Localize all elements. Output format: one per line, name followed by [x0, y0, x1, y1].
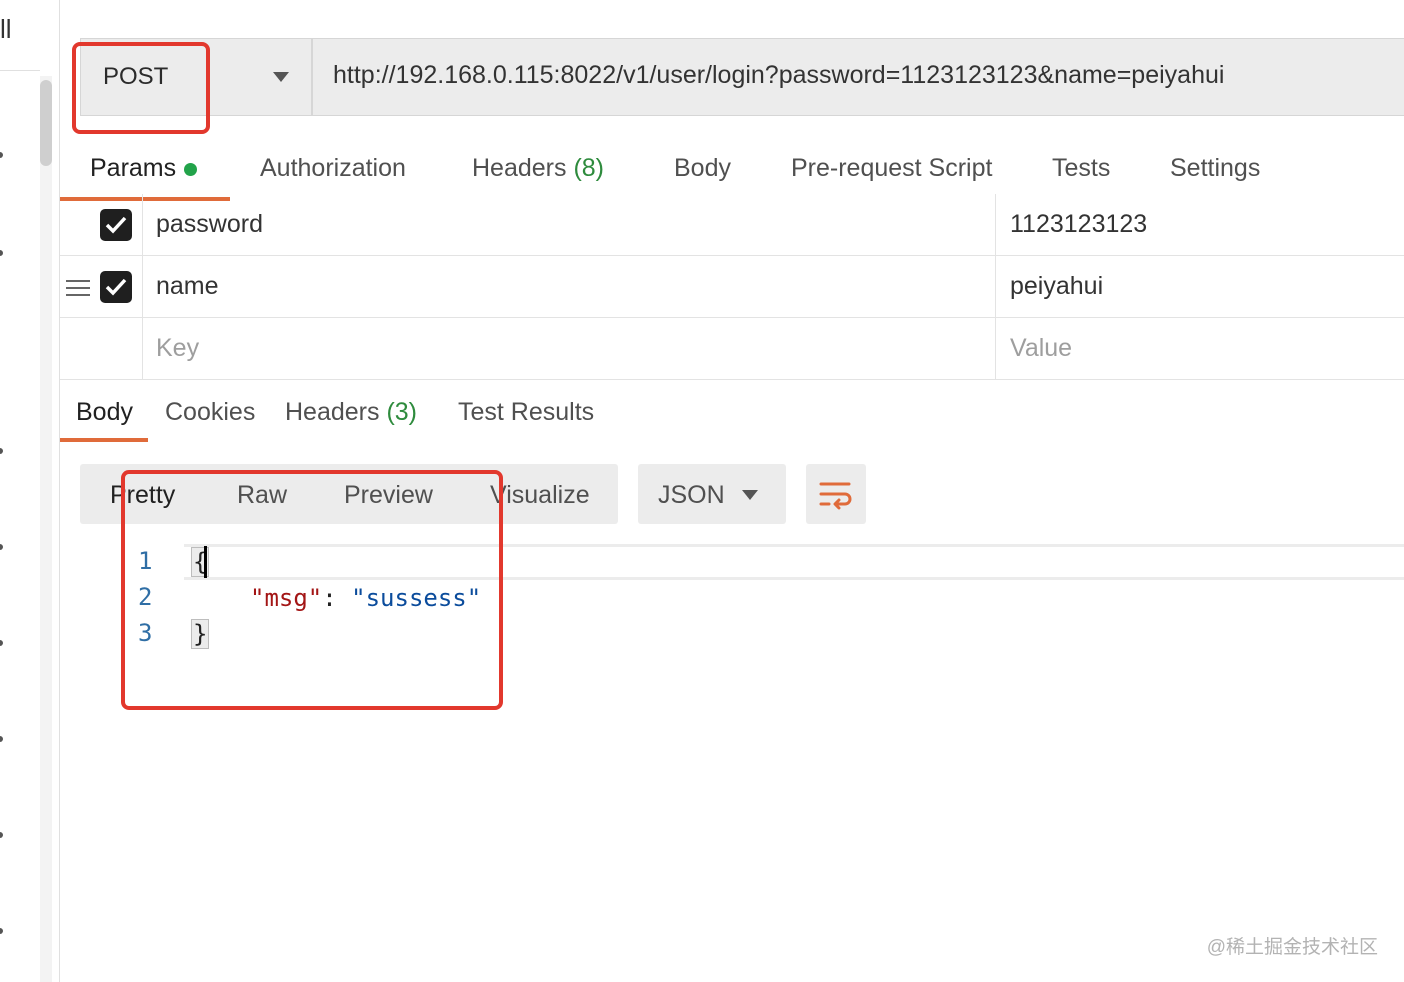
table-row-new: Key Value: [60, 318, 1404, 380]
tab-response-headers-count: (3): [386, 398, 418, 426]
sidebar-divider: [0, 70, 40, 71]
method-highlight-box: [72, 42, 210, 134]
tab-headers-count: (8): [573, 154, 605, 182]
params-active-dot-icon: [184, 162, 198, 176]
param-key-cell[interactable]: [142, 194, 996, 256]
sidebar-scrollbar-track[interactable]: [40, 76, 52, 982]
param-key-cell[interactable]: [142, 256, 996, 318]
drag-handle-icon[interactable]: [66, 280, 90, 296]
caret-down-icon: [273, 72, 289, 82]
new-key-input[interactable]: Key: [156, 334, 199, 363]
sidebar-scrollbar-thumb[interactable]: [40, 80, 52, 166]
tab-response-body[interactable]: Body: [76, 398, 133, 427]
sidebar-item-marker[interactable]: [0, 250, 3, 256]
checkmark-icon: [105, 278, 127, 296]
tab-params-label: Params: [90, 154, 177, 182]
tab-tests[interactable]: Tests: [1052, 154, 1110, 183]
tab-authorization[interactable]: Authorization: [260, 154, 406, 183]
param-checkbox[interactable]: [100, 209, 132, 241]
sidebar-item-marker[interactable]: [0, 448, 3, 454]
tab-cookies[interactable]: Cookies: [165, 398, 255, 427]
format-label: JSON: [658, 481, 725, 509]
tab-params[interactable]: Params: [90, 154, 198, 183]
sidebar-item-marker[interactable]: [0, 152, 3, 158]
response-body-tab-indicator: [60, 438, 148, 442]
url-text: http://192.168.0.115:8022/v1/user/login?…: [333, 61, 1225, 89]
new-value-input[interactable]: Value: [1010, 334, 1072, 363]
tab-settings[interactable]: Settings: [1170, 154, 1260, 183]
response-tabs: Body Cookies Headers (3) Test Results: [60, 384, 1404, 444]
sidebar-item-marker[interactable]: [0, 928, 3, 934]
param-checkbox[interactable]: [100, 271, 132, 303]
tab-body[interactable]: Body: [674, 154, 731, 183]
response-highlight-box: [121, 470, 503, 710]
caret-down-icon: [742, 490, 758, 500]
tab-test-results[interactable]: Test Results: [458, 398, 594, 427]
mode-visualize[interactable]: Visualize: [490, 481, 590, 510]
sidebar-item-marker[interactable]: [0, 544, 3, 550]
param-key: name: [156, 272, 219, 300]
watermark: @稀土掘金技术社区: [1206, 937, 1378, 958]
checkmark-icon: [105, 216, 127, 234]
wrap-lines-icon: [819, 482, 852, 510]
param-value: 1123123123: [1010, 210, 1148, 238]
tab-response-headers[interactable]: Headers (3): [285, 398, 417, 427]
format-select[interactable]: JSON: [638, 464, 786, 524]
param-value: peiyahui: [1010, 272, 1104, 300]
params-table: password 1123123123 name peiyahui Key Va…: [60, 194, 1404, 380]
request-tabs: Params Authorization Headers (8) Body Pr…: [60, 140, 1404, 202]
tab-headers[interactable]: Headers (8): [472, 154, 604, 183]
wrap-lines-button[interactable]: [806, 464, 866, 524]
tab-response-headers-label: Headers: [285, 398, 380, 426]
sidebar: ll: [0, 0, 60, 982]
table-row: password 1123123123: [60, 194, 1404, 256]
tab-headers-label: Headers: [472, 154, 567, 182]
param-key: password: [156, 210, 263, 238]
sidebar-item-marker[interactable]: [0, 832, 3, 838]
param-key-cell[interactable]: [142, 318, 996, 380]
table-row: name peiyahui: [60, 256, 1404, 318]
sidebar-fragment-text: ll: [0, 14, 12, 44]
tab-prerequest-script[interactable]: Pre-request Script: [791, 154, 992, 183]
sidebar-item-marker[interactable]: [0, 640, 3, 646]
sidebar-item-marker[interactable]: [0, 736, 3, 742]
url-input[interactable]: http://192.168.0.115:8022/v1/user/login?…: [312, 38, 1404, 116]
